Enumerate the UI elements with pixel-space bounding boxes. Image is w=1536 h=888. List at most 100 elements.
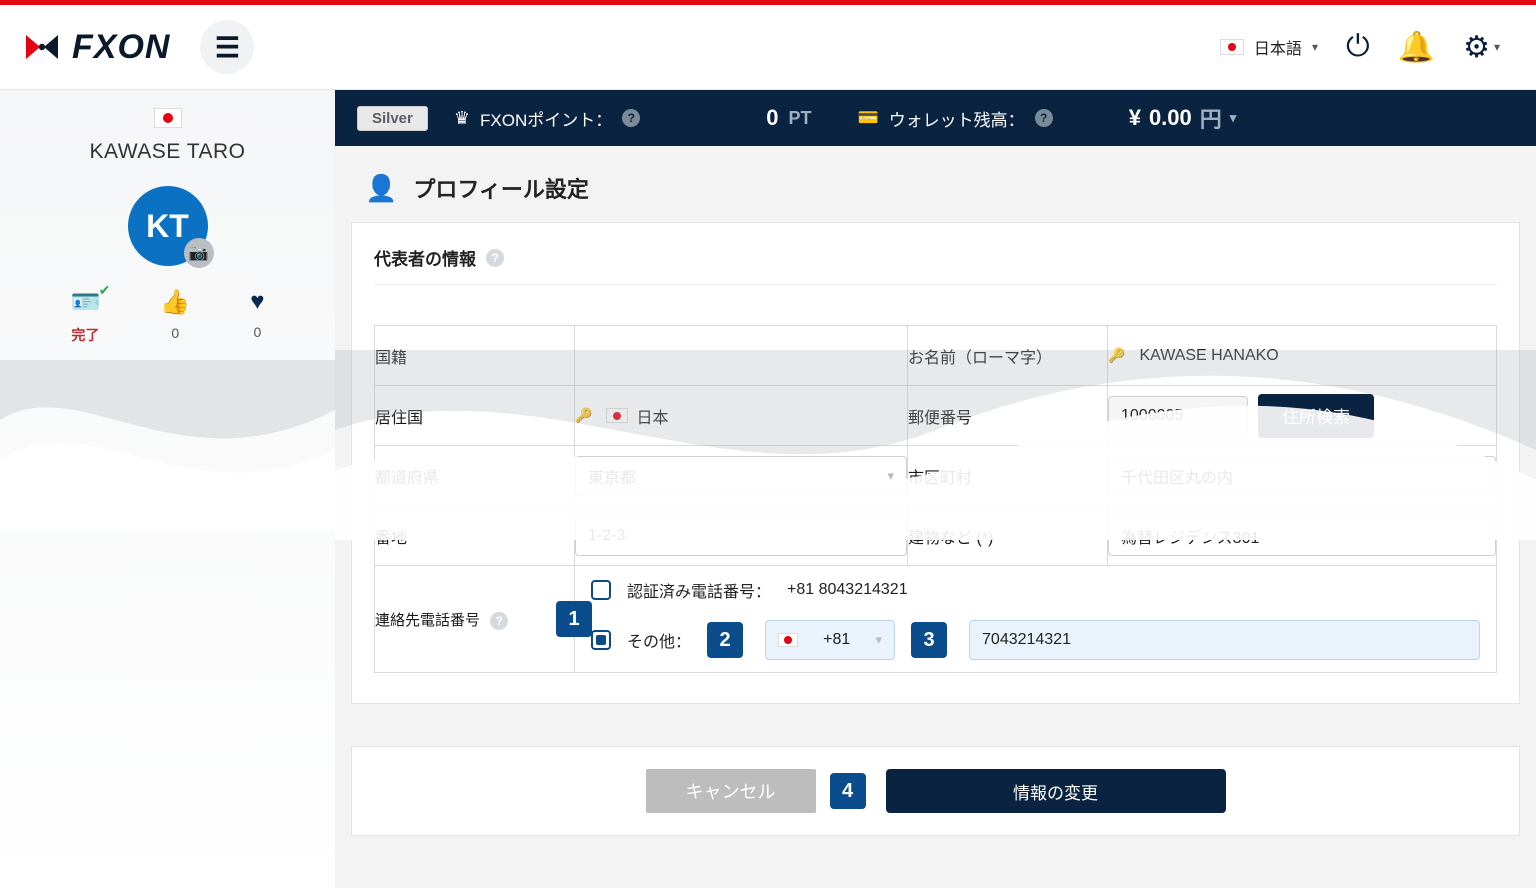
residence-label: 居住国: [375, 386, 575, 446]
phone-number-value: 7043214321: [982, 631, 1071, 649]
points-value-group: 0 PT: [766, 105, 811, 131]
other-phone-option[interactable]: その他： 2 +81 ▾ 3: [591, 620, 1480, 660]
profile-form-table: 国籍 お名前（ローマ字） 🔑KAWASE HANAKO 居住国 🔑日本 郵便番号: [374, 325, 1497, 673]
address-search-button[interactable]: 住所検索: [1258, 394, 1374, 438]
step-badge-3: 3: [911, 622, 947, 658]
gear-icon: ⚙: [1463, 30, 1490, 65]
power-icon[interactable]: ⏻: [1346, 30, 1370, 64]
wallet-unit: 円: [1200, 102, 1222, 134]
chevron-down-icon: ▾: [875, 632, 882, 648]
building-label: 建物など (*): [908, 506, 1108, 566]
step-badge-2: 2: [707, 622, 743, 658]
prefecture-select[interactable]: 東京都 ▾: [575, 456, 907, 496]
check-icon: ✔: [99, 282, 111, 299]
currency-symbol: ¥: [1129, 105, 1141, 131]
heart-icon: ♥: [250, 288, 264, 316]
help-icon[interactable]: ?: [486, 249, 504, 267]
key-icon: 🔑: [575, 407, 592, 424]
fav-count: 0: [253, 324, 261, 340]
dial-code-select[interactable]: +81 ▾: [765, 620, 895, 660]
city-label: 市区町村: [908, 446, 1108, 506]
nationality-cell: [575, 326, 908, 386]
tier-badge: Silver: [357, 106, 428, 131]
chevron-down-icon: ▾: [1230, 110, 1237, 126]
prefecture-value: 東京都: [588, 464, 636, 488]
wallet-label: ウォレット残高：: [889, 106, 1025, 131]
phone-label-cell: 連絡先電話番号 ? 1: [375, 566, 575, 673]
camera-icon[interactable]: 📷: [184, 238, 214, 268]
language-label: 日本語: [1254, 35, 1302, 59]
japan-flag-icon: [1220, 39, 1244, 55]
chevron-down-icon: ▾: [1312, 40, 1318, 54]
step-badge-4: 4: [830, 773, 866, 809]
building-value: 為替レジデンス301: [1121, 524, 1259, 548]
logo-mark-icon: [22, 27, 62, 67]
help-icon[interactable]: ?: [1035, 109, 1053, 127]
chevron-down-icon: ▾: [1494, 40, 1500, 54]
settings-menu[interactable]: ⚙ ▾: [1463, 30, 1500, 65]
page-title: プロフィール設定: [413, 172, 589, 204]
other-phone-label: その他：: [627, 628, 691, 652]
help-icon[interactable]: ?: [490, 612, 508, 630]
name-cell: 🔑 KAWASE HANAKO: [1108, 326, 1497, 386]
residence-value: 日本: [636, 404, 668, 428]
phone-number-input[interactable]: 7043214321: [969, 620, 1480, 660]
verified-phone-value: +81 8043214321: [787, 581, 908, 599]
key-icon: 🔑: [1108, 347, 1125, 364]
hamburger-menu-button[interactable]: ☰: [200, 20, 254, 74]
bell-icon[interactable]: 🔔: [1398, 30, 1435, 65]
page-heading: 👤 プロフィール設定: [335, 146, 1536, 222]
language-selector[interactable]: 日本語 ▾: [1220, 35, 1318, 59]
japan-flag-icon: [606, 408, 628, 423]
chevron-down-icon: ▾: [887, 468, 894, 484]
section-title: 代表者の情報 ?: [374, 245, 1497, 285]
building-input[interactable]: 為替レジデンス301: [1108, 516, 1496, 556]
sidebar: KAWASE TARO KT 📷 🪪✔ 完了 👍 0 ♥ 0: [0, 90, 335, 888]
name-label: お名前（ローマ字）: [908, 326, 1108, 386]
main-area: Silver ♛ FXONポイント： ? 0 PT 💳 ウォレット残高： ? ¥…: [335, 90, 1536, 888]
person-icon: 👤: [365, 173, 397, 204]
verified-phone-option[interactable]: 認証済み電話番号： +81 8043214321: [591, 578, 1480, 602]
nationality-label: 国籍: [375, 326, 575, 386]
status-label: 完了: [71, 325, 99, 345]
street-value: 1-2-3: [588, 527, 625, 545]
submit-button[interactable]: 情報の変更: [886, 769, 1226, 813]
postal-cell: 1000005 住所検索: [1108, 386, 1497, 446]
japan-flag-icon: [778, 633, 798, 647]
street-label: 番地: [375, 506, 575, 566]
wallet-value: 0.00: [1149, 105, 1192, 131]
info-bar: Silver ♛ FXONポイント： ? 0 PT 💳 ウォレット残高： ? ¥…: [335, 90, 1536, 146]
logo-text: FXON: [72, 28, 170, 67]
likes-count: 0: [171, 325, 179, 341]
postal-input[interactable]: 1000005: [1108, 396, 1248, 436]
city-input[interactable]: 千代田区丸の内: [1108, 456, 1496, 496]
help-icon[interactable]: ?: [622, 109, 640, 127]
checkbox-checked-icon[interactable]: [591, 630, 611, 650]
logo[interactable]: FXON: [22, 27, 170, 67]
wallet-icon: 💳: [858, 108, 879, 128]
dial-code-value: +81: [823, 631, 850, 649]
prefecture-label: 都道府県: [375, 446, 575, 506]
user-avatar[interactable]: KT 📷: [128, 186, 208, 266]
verification-status[interactable]: 🪪✔ 完了: [70, 288, 100, 345]
verified-phone-label: 認証済み電話番号：: [627, 578, 771, 602]
likes-stat[interactable]: 👍 0: [160, 288, 190, 345]
points-unit: PT: [789, 108, 812, 129]
cancel-button[interactable]: キャンセル: [646, 769, 816, 813]
street-input[interactable]: 1-2-3: [575, 516, 907, 556]
name-value: KAWASE HANAKO: [1139, 347, 1278, 365]
wallet-amount-dropdown[interactable]: ¥ 0.00 円 ▾: [1129, 102, 1237, 134]
favorites-stat[interactable]: ♥ 0: [250, 288, 264, 345]
city-value: 千代田区丸の内: [1121, 464, 1233, 488]
avatar-initials: KT: [146, 208, 189, 245]
step-badge-1: 1: [556, 601, 592, 637]
sidebar-user-name: KAWASE TARO: [89, 140, 245, 164]
hamburger-icon: ☰: [215, 31, 240, 64]
residence-cell: 🔑 日本: [575, 386, 908, 446]
user-country-flag-icon: [154, 108, 182, 128]
wallet-section: 💳 ウォレット残高： ?: [858, 106, 1053, 131]
points-value: 0: [766, 105, 778, 131]
checkbox-unchecked-icon[interactable]: [591, 580, 611, 600]
action-bar: キャンセル 4 情報の変更: [351, 746, 1520, 836]
postal-value: 1000005: [1121, 407, 1183, 425]
